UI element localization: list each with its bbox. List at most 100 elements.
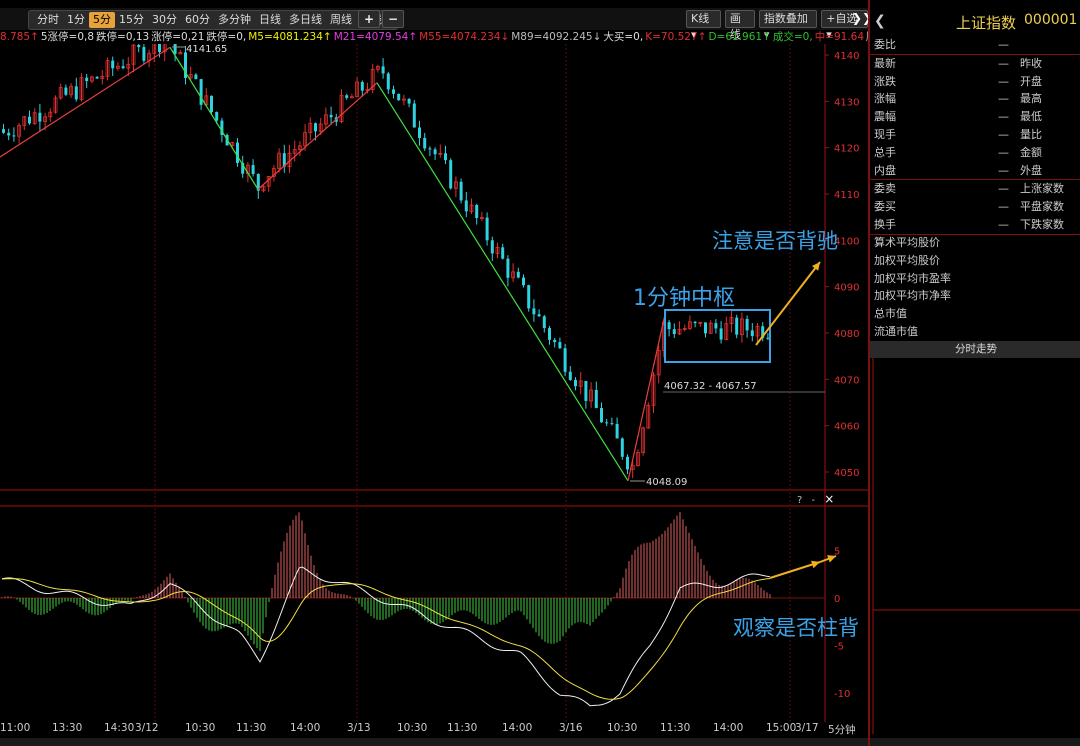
candle-body <box>314 123 317 132</box>
candle-body <box>714 323 718 329</box>
quote-label-right: 外盘 <box>1020 163 1042 177</box>
candle-body <box>38 112 42 122</box>
time-axis: 11:00 13:30 14:30 3/12 10:30 11:30 14:00 3/13 10… <box>0 722 868 736</box>
candle-body <box>532 308 536 315</box>
timeframe-9-button[interactable]: 周线 <box>326 12 356 28</box>
candle-body <box>672 329 676 335</box>
index-stats-list: 算术平均股价 加权平均股价 加权平均市盈率 加权平均市净率 总市值 流通市值 <box>870 234 1080 341</box>
quote-label: 涨幅 <box>874 92 896 106</box>
stat-item: 加权平均股价 <box>874 253 940 267</box>
candle-body <box>444 153 447 161</box>
quote-row: 震幅 — 最低 <box>870 108 1080 126</box>
quote-label: 内盘 <box>874 163 896 177</box>
quote-row: 涨幅 — 最高 <box>870 90 1080 108</box>
timeframe-1-button[interactable]: 1分 <box>63 12 89 28</box>
pivot-box <box>664 309 771 363</box>
candle-body <box>719 328 723 340</box>
indicator-value: 大买=0, <box>603 31 644 43</box>
kline-menu-button[interactable]: K线 ▾ <box>686 10 721 41</box>
dif-line <box>1 566 771 707</box>
candle-body <box>329 114 333 118</box>
candle-body <box>64 87 68 95</box>
price-tick-label: 4140 <box>834 51 859 62</box>
quote-label: 总手 <box>874 145 896 159</box>
timeframe-7-button[interactable]: 日线 <box>255 12 285 28</box>
candle-body <box>620 438 624 457</box>
trend-stroke <box>627 314 666 481</box>
histogram-annotation: 观察是否柱背 <box>733 616 859 640</box>
quote-label-right: 金额 <box>1020 145 1042 159</box>
timeframe-3-button[interactable]: 15分 <box>115 12 148 28</box>
help-button[interactable]: ? <box>797 495 802 506</box>
intraday-tab[interactable]: 分时走势 <box>870 341 1080 358</box>
indicator-value: M5=4081.234↑ <box>248 31 332 43</box>
intraday-mini-chart <box>872 358 1080 734</box>
kline-label: K线 <box>691 12 710 25</box>
time-label: 10:30 <box>185 722 216 734</box>
candle-body <box>704 322 707 334</box>
time-label: 3/17 <box>795 722 819 734</box>
close-panel-button[interactable]: × <box>824 492 834 506</box>
quote-row: 内盘 — 外盘 <box>870 162 1080 180</box>
indicator-tabs <box>0 738 868 746</box>
trend-stroke <box>257 82 378 190</box>
index-name: 上证指数 <box>956 14 1017 32</box>
candle-body <box>95 76 99 79</box>
timeframe-5-button[interactable]: 60分 <box>181 12 214 28</box>
index-overlay-button[interactable]: 指数叠加 ▾ <box>758 10 818 41</box>
time-label: 14:00 <box>290 722 321 734</box>
quote-label: 委比 <box>874 38 896 51</box>
stat-item: 算术平均股价 <box>874 236 940 249</box>
time-label: 14:30 <box>104 722 135 734</box>
time-label: 3/12 <box>135 722 159 734</box>
timeframe-8-button[interactable]: 多日线 <box>285 12 326 28</box>
indicator-readout: 8.785↑ 5涨停=0,8 跌停=0,13 涨停=0,21 跌停=0, M5=4081.… <box>0 30 868 44</box>
candle-body <box>558 342 562 349</box>
candle-body <box>449 160 453 189</box>
macd-tick-label: -5 <box>834 642 844 653</box>
stat-item: 加权平均市净率 <box>874 289 951 303</box>
quote-label: 震幅 <box>874 110 896 124</box>
candle-body <box>537 314 541 317</box>
timeframe-0-button[interactable]: 分时 <box>33 12 63 28</box>
stat-item: 加权平均市盈率 <box>874 271 951 285</box>
candle-body <box>392 89 395 94</box>
candle-body <box>527 285 531 309</box>
quote-value: — <box>998 200 1009 214</box>
back-arrow-icon[interactable]: ❮ <box>874 13 886 29</box>
stat-item: 流通市值 <box>874 324 918 338</box>
candle-body <box>412 103 416 128</box>
zoom-out-button[interactable]: − <box>382 10 404 28</box>
quote-label: 现手 <box>874 127 896 141</box>
candle-body <box>584 380 588 401</box>
timeframe-6-button[interactable]: 多分钟 <box>214 12 255 28</box>
minimize-button[interactable]: - <box>812 495 816 506</box>
candle-body <box>199 79 203 105</box>
price-tick-label: 4090 <box>834 283 859 294</box>
candle-body <box>553 339 557 343</box>
candle-body <box>194 74 198 80</box>
quote-value: — <box>998 38 1009 51</box>
candle-body <box>433 149 437 155</box>
quote-label-right: 下跌家数 <box>1020 217 1064 231</box>
timeframe-4-button[interactable]: 30分 <box>148 12 181 28</box>
indicator-value: 跌停=0,13 <box>96 31 150 43</box>
indicator-value: 8.785↑ <box>0 31 39 43</box>
candle-body <box>475 205 479 219</box>
quote-label-right: 开盘 <box>1020 74 1042 88</box>
time-label: 3/16 <box>559 722 583 734</box>
candle-body <box>563 348 567 372</box>
quote-value: — <box>998 92 1009 106</box>
sub-panel-controls: ? - × <box>797 492 834 506</box>
candle-body <box>568 371 572 380</box>
time-label: 11:30 <box>447 722 478 734</box>
candle-body <box>397 93 401 101</box>
draw-line-button[interactable]: 画线 <box>724 10 755 41</box>
macd-tick-label: 0 <box>834 594 840 605</box>
zoom-in-button[interactable]: + <box>358 10 380 28</box>
trend-stroke <box>0 46 171 158</box>
timeframe-2-button[interactable]: 5分 <box>89 12 115 28</box>
candle-body <box>28 116 31 124</box>
candle-body <box>464 200 468 212</box>
quote-row: 最新 — 昨收 <box>870 53 1080 73</box>
